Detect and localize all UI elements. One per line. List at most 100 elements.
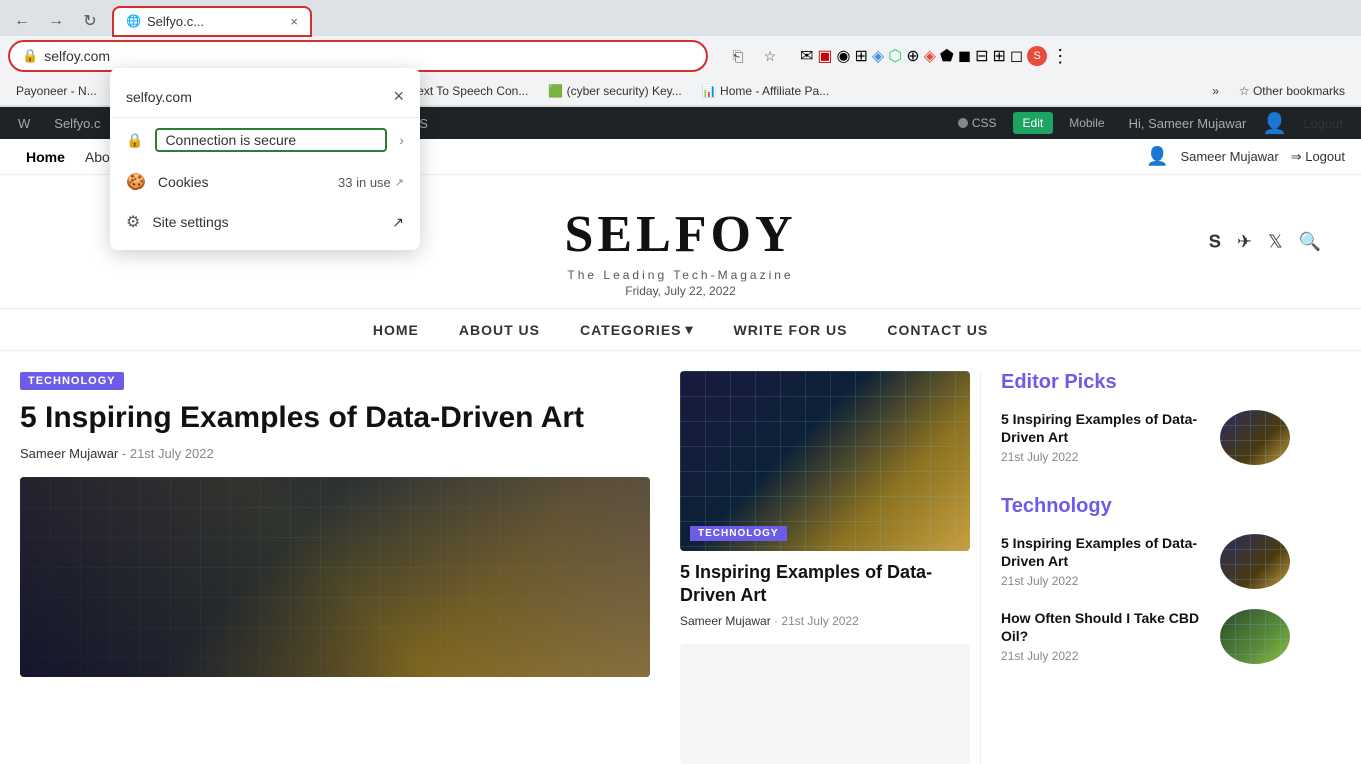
tab-title: Selfyo.c...	[147, 14, 204, 29]
popup-url-text: selfoy.com	[126, 89, 192, 105]
popup-url-display: selfoy.com ×	[110, 76, 420, 118]
ext-icon-9[interactable]: ⬟	[940, 46, 954, 67]
sidebar-editor-picks: Editor Picks 5 Inspiring Examples of Dat…	[1001, 371, 1290, 465]
skype-icon[interactable]: 𝐒	[1209, 231, 1221, 252]
nav-categories[interactable]: CATEGORIES ▾	[580, 321, 694, 338]
nav-about-us[interactable]: ABOUT US	[459, 322, 540, 338]
nav-home[interactable]: HOME	[373, 322, 419, 338]
tab-favicon: 🌐	[126, 14, 141, 28]
cookies-icon: 🍪	[126, 172, 146, 192]
article-author: Sameer Mujawar	[20, 446, 118, 461]
wp-user-avatar[interactable]: 👤	[1262, 111, 1287, 136]
share-button[interactable]: ⎗	[724, 42, 752, 70]
site-settings-ext-icon: ↗	[392, 214, 404, 231]
wp-css-button[interactable]: CSS	[950, 112, 1005, 134]
bookmark-affiliate[interactable]: 📊 Home - Affiliate Pa...	[694, 82, 837, 100]
sidebar-item-title-1: 5 Inspiring Examples of Data-Driven Art	[1001, 410, 1208, 446]
ext-icon-2[interactable]: ▣	[817, 46, 832, 67]
search-icon[interactable]: 🔍	[1299, 231, 1321, 252]
sidebar-editor-item-1[interactable]: 5 Inspiring Examples of Data-Driven Art …	[1001, 410, 1290, 465]
settings-icon: ⚙	[126, 212, 140, 232]
twitter-icon[interactable]: 𝕏	[1268, 231, 1283, 252]
article-image-bg	[20, 477, 650, 677]
telegram-icon[interactable]: ✈	[1237, 231, 1252, 252]
popup-site-settings-item[interactable]: ⚙ Site settings ↗	[110, 202, 420, 242]
back-button[interactable]: ←	[8, 7, 36, 35]
puzzle-ext-icon[interactable]: ⊞	[993, 46, 1006, 67]
wp-edit-button[interactable]: Edit	[1013, 112, 1054, 134]
ext-icon-8[interactable]: ◈	[924, 46, 936, 67]
ext-icon-11[interactable]: ⊟	[975, 46, 988, 67]
featured-article: TECHNOLOGY 5 Inspiring Examples of Data-…	[670, 371, 980, 764]
bookmark-others[interactable]: ☆ Other bookmarks	[1231, 82, 1353, 100]
active-tab[interactable]: 🌐 Selfyo.c... ×	[112, 6, 312, 37]
ext-icon-12[interactable]: ◻	[1010, 46, 1023, 67]
nav-write-for-us[interactable]: WRITE FOR US	[734, 322, 848, 338]
profile-icon[interactable]: S	[1027, 46, 1047, 66]
bookmark-payoneer[interactable]: Payoneer - N...	[8, 82, 105, 100]
sidebar-tech-thumb-2	[1220, 609, 1290, 664]
article-category-badge: TECHNOLOGY	[20, 372, 124, 390]
sidebar-tech-date-2: 21st July 2022	[1001, 649, 1208, 663]
url-text: selfoy.com	[44, 48, 110, 64]
user-avatar-icon: 👤	[1146, 146, 1168, 167]
main-content-area: TECHNOLOGY 5 Inspiring Examples of Data-…	[0, 351, 1361, 764]
main-article: TECHNOLOGY 5 Inspiring Examples of Data-…	[20, 371, 670, 764]
site-nav-home[interactable]: Home	[16, 145, 75, 169]
url-dropdown-popup: selfoy.com × 🔒 Connection is secure › 🍪 …	[110, 68, 420, 250]
cookies-count: 33 in use ↗	[338, 175, 404, 190]
nav-contact-us[interactable]: CONTACT US	[887, 322, 988, 338]
sidebar-tech-item-2[interactable]: How Often Should I Take CBD Oil? 21st Ju…	[1001, 609, 1290, 664]
refresh-button[interactable]: ↻	[76, 7, 104, 35]
address-bar-actions: ⎗ ☆	[724, 42, 784, 70]
website-content: SELFOY The Leading Tech-Magazine Friday,…	[0, 175, 1361, 764]
site-settings-label: Site settings	[152, 214, 380, 230]
tab-bar: ← → ↻ 🌐 Selfyo.c... ×	[0, 0, 1361, 36]
sidebar-tech-date-1: 21st July 2022	[1001, 574, 1208, 588]
article-image-overlay	[20, 477, 650, 677]
wp-site-name[interactable]: Selfyo.c	[46, 112, 108, 135]
forward-button[interactable]: →	[42, 7, 70, 35]
chrome-menu-icon[interactable]: ⋮	[1051, 46, 1069, 67]
featured-title: 5 Inspiring Examples of Data-Driven Art	[680, 561, 970, 608]
cookies-label: Cookies	[158, 174, 326, 190]
sidebar: Editor Picks 5 Inspiring Examples of Dat…	[980, 371, 1290, 764]
bookmark-more[interactable]: »	[1204, 82, 1227, 100]
sidebar-item-date-1: 21st July 2022	[1001, 450, 1208, 464]
tab-close-button[interactable]: ×	[290, 14, 298, 29]
ext-icon-5[interactable]: ◈	[872, 46, 884, 67]
secure-lock-icon: 🔒	[126, 132, 143, 149]
ext-icon-6[interactable]: ⬡	[888, 46, 902, 67]
extension-icons: ✉ ▣ ◉ ⊞ ◈ ⬡ ⊕ ◈ ⬟ ◼ ⊟ ⊞ ◻ S ⋮	[800, 46, 1069, 67]
featured-meta: Sameer Mujawar · 21st July 2022	[680, 614, 970, 628]
site-nav-logout[interactable]: ⇒ Logout	[1291, 149, 1345, 165]
featured-image[interactable]: TECHNOLOGY	[680, 371, 970, 551]
bookmark-star-button[interactable]: ☆	[756, 42, 784, 70]
popup-secure-item[interactable]: 🔒 Connection is secure ›	[110, 118, 420, 162]
sidebar-item-thumb-1	[1220, 410, 1290, 465]
site-main-nav: HOME ABOUT US CATEGORIES ▾ WRITE FOR US …	[0, 308, 1361, 351]
ext-icon-10[interactable]: ◼	[958, 46, 971, 67]
sidebar-tech-item-1[interactable]: 5 Inspiring Examples of Data-Driven Art …	[1001, 534, 1290, 589]
sidebar-technology-title: Technology	[1001, 495, 1290, 518]
popup-cookies-item[interactable]: 🍪 Cookies 33 in use ↗	[110, 162, 420, 202]
site-date: Friday, July 22, 2022	[20, 284, 1341, 298]
article-image[interactable]	[20, 477, 650, 677]
wp-logout-link[interactable]: Logout	[1295, 112, 1351, 135]
ext-icon-4[interactable]: ⊞	[855, 46, 868, 67]
gmail-ext-icon[interactable]: ✉	[800, 46, 813, 67]
lock-icon: 🔒	[22, 48, 38, 64]
secure-label-text: Connection is secure	[155, 128, 387, 152]
site-nav-right: 👤 Sameer Mujawar ⇒ Logout	[1146, 146, 1345, 167]
thumb-tech-img-1	[1220, 534, 1290, 589]
ext-icon-7[interactable]: ⊕	[906, 46, 919, 67]
chevron-right-icon: ›	[399, 132, 404, 148]
css-dot-icon	[958, 118, 968, 128]
wp-logo[interactable]: W	[10, 112, 38, 135]
small-article-placeholder	[680, 644, 970, 764]
popup-close-button[interactable]: ×	[393, 86, 404, 107]
bookmark-cybersec[interactable]: 🟩 (cyber security) Key...	[540, 82, 689, 100]
wp-mobile-button[interactable]: Mobile	[1061, 112, 1112, 134]
article-title: 5 Inspiring Examples of Data-Driven Art	[20, 400, 650, 436]
ext-icon-3[interactable]: ◉	[837, 46, 851, 67]
